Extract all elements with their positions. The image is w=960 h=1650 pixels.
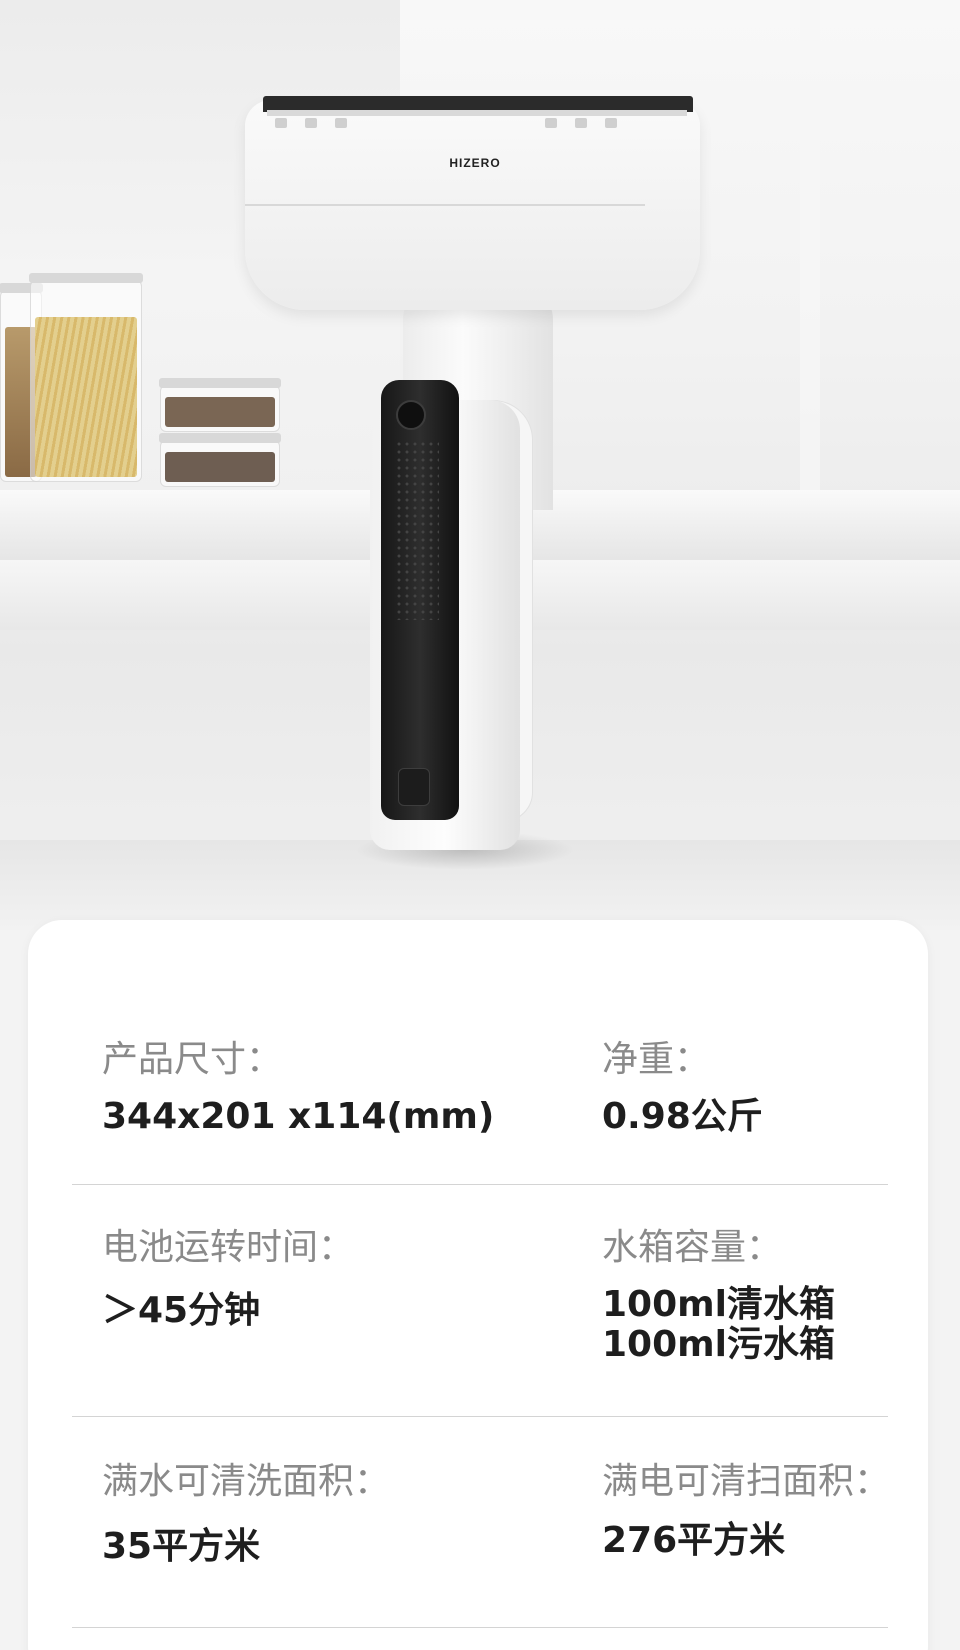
row-divider: [72, 1416, 888, 1417]
grip-texture: [395, 440, 439, 620]
clip: [545, 118, 557, 128]
spec-wash-area-label: 满水可清洗面积：: [102, 1461, 391, 1502]
spec-card: 产品尺寸： 344x201 x114(mm) 净重： 0.98公斤 电池运转时间…: [28, 920, 928, 1650]
release-button-icon: [398, 768, 430, 806]
spec-size-value: 344x201 x114(mm): [102, 1096, 495, 1137]
brand-logo: HIZERO: [449, 156, 501, 170]
head-seam: [245, 204, 645, 206]
spec-sweep-area-value: 276平方米: [602, 1520, 786, 1561]
clip: [305, 118, 317, 128]
clip: [575, 118, 587, 128]
squeegee-head: HIZERO: [245, 96, 700, 310]
spec-wash-area: 满水可清洗面积： 35平方米: [102, 1460, 390, 1568]
power-button-icon: [396, 400, 426, 430]
window-vacuum-device: HIZERO: [245, 96, 705, 870]
clip: [335, 118, 347, 128]
spec-tank-value-clean: 100ml清水箱: [602, 1284, 835, 1325]
spec-tank-value-dirty: 100ml污水箱: [602, 1324, 835, 1365]
spec-tank-label: 水箱容量：: [602, 1227, 783, 1268]
clip: [275, 118, 287, 128]
blade-edge: [267, 110, 687, 116]
spec-sweep-area: 满电可清扫面积： 276平方米: [602, 1460, 890, 1562]
spec-weight: 净重： 0.98公斤: [602, 1038, 763, 1138]
spec-sweep-area-label: 满电可清扫面积：: [602, 1461, 891, 1502]
spec-battery-label: 电池运转时间：: [102, 1227, 355, 1268]
spec-wash-area-value: 35平方米: [102, 1526, 261, 1567]
product-photo: HIZERO: [0, 0, 960, 930]
spec-battery-value: ＞45分钟: [102, 1290, 261, 1331]
window-frame: [800, 0, 820, 560]
storage-jar: [29, 273, 143, 482]
product-spec-page: HIZERO 产品尺寸： 344x201 x114(mm) 净重： 0.98公斤…: [0, 0, 960, 1650]
spec-weight-value: 0.98公斤: [602, 1096, 763, 1137]
spec-size: 产品尺寸： 344x201 x114(mm): [102, 1038, 494, 1138]
row-divider: [72, 1627, 888, 1628]
clip: [605, 118, 617, 128]
row-divider: [72, 1184, 888, 1185]
spec-battery: 电池运转时间： ＞45分钟: [102, 1226, 354, 1332]
spec-size-label: 产品尺寸：: [102, 1039, 283, 1080]
spec-tank: 水箱容量： 100ml清水箱 100ml污水箱: [602, 1226, 835, 1366]
spec-weight-label: 净重：: [602, 1039, 711, 1080]
